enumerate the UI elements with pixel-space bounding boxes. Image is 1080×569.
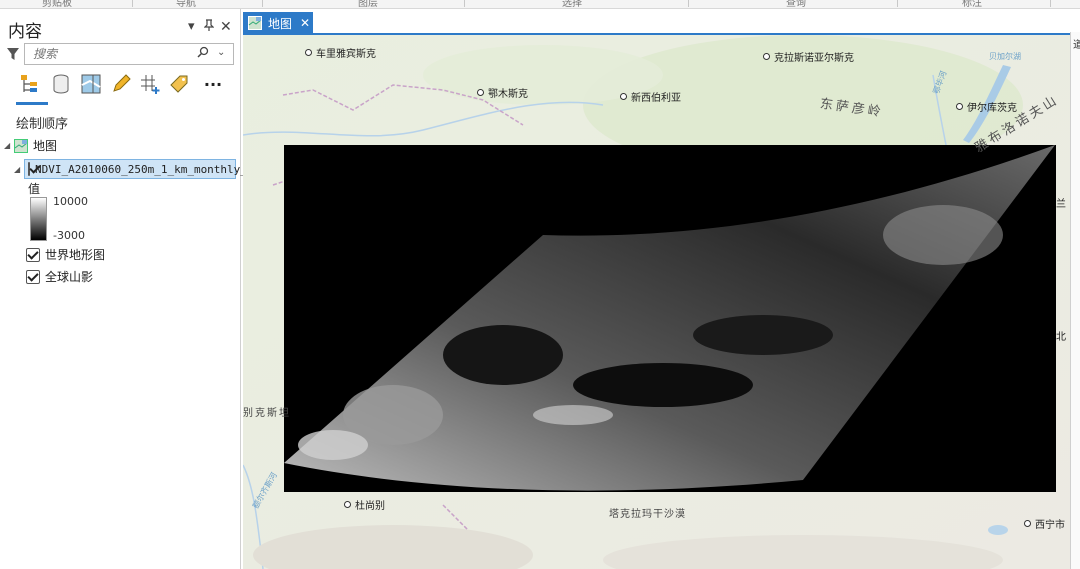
map-node-label: 地图 [33, 139, 58, 153]
city-marker-icon [477, 89, 484, 96]
legend-high-value: 10000 [53, 195, 88, 208]
ribbon-separator [464, 0, 465, 7]
color-ramp-swatch [30, 197, 47, 241]
contents-toolbar: ··· [14, 71, 234, 111]
layer-row-ndvi-selected[interactable]: NDVI_A2010060_250m_1_km_monthly_… [24, 159, 254, 179]
ribbon-group-labeling[interactable]: 标注 [962, 0, 982, 9]
layer-name-hillshade: 全球山影 [45, 270, 94, 284]
ribbon-group-layer[interactable]: 图层 [358, 0, 378, 9]
basemap-canvas [243, 35, 1070, 569]
region-label: 塔克拉玛干沙漠 [609, 509, 686, 520]
list-by-data-source-icon[interactable] [48, 71, 74, 97]
city-marker-icon [763, 53, 770, 60]
close-tab-icon[interactable]: ✕ [300, 16, 310, 30]
layer-visibility-checkbox[interactable] [28, 162, 30, 176]
contents-pane: 内容 ▾ ✕ ⌄ [0, 9, 254, 569]
search-input[interactable] [31, 45, 185, 63]
city-marker-icon [344, 501, 351, 508]
ribbon-separator [132, 0, 133, 7]
pin-icon[interactable] [203, 19, 215, 35]
map-view[interactable]: 车里雅宾斯克 克拉斯诺亚尔斯克 鄂木斯克 新西伯利亚 伊尔库茨克 杜尚别 西宁市… [243, 35, 1070, 569]
legend-title: 值 [28, 182, 41, 196]
search-box: ⌄ [24, 43, 234, 65]
search-icon[interactable] [197, 46, 209, 58]
ribbon-separator [1050, 0, 1051, 7]
city-marker-icon [1024, 520, 1031, 527]
collapse-arrow-icon[interactable]: ◢ [14, 165, 24, 174]
layer-row-topo[interactable]: 世界地形图 [26, 246, 105, 263]
ribbon-group-clipboard[interactable]: 剪贴板 [42, 0, 72, 9]
ribbon-separator [262, 0, 263, 7]
edge-label: 北 [1056, 332, 1066, 343]
city-marker-icon [620, 93, 627, 100]
layer-name-ndvi: NDVI_A2010060_250m_1_km_monthly_… [35, 162, 254, 176]
ribbon-strip: 剪贴板 导航 图层 选择 查询 标注 [0, 0, 1080, 9]
city-label: 杜尚别 [344, 497, 385, 512]
tab-map[interactable]: 地图 ✕ [243, 12, 313, 34]
ribbon-group-navigate[interactable]: 导航 [176, 0, 196, 9]
lake-label: 贝加尔湖 [989, 52, 1021, 61]
city-marker-icon [305, 49, 312, 56]
city-label: 鄂木斯克 [477, 85, 528, 100]
search-options-chevron-icon[interactable]: ⌄ [217, 47, 225, 58]
layer-row-hillshade[interactable]: 全球山影 [26, 268, 93, 285]
region-label: 别克斯坦 [243, 408, 291, 419]
city-label: 新西伯利亚 [620, 89, 681, 104]
more-options-icon[interactable]: ··· [200, 71, 226, 97]
legend-low-value: -3000 [53, 229, 85, 242]
city-marker-icon [956, 103, 963, 110]
collapse-arrow-icon[interactable]: ◢ [4, 141, 14, 150]
list-by-snapping-icon[interactable] [137, 71, 163, 97]
list-by-drawing-order-icon[interactable] [16, 71, 48, 105]
city-label: 西宁市 [1024, 516, 1065, 531]
filter-icon[interactable] [6, 47, 20, 61]
right-side-panel[interactable]: 道 [1070, 32, 1080, 569]
close-pane-icon[interactable]: ✕ [220, 19, 232, 35]
list-by-selection-icon[interactable] [78, 71, 104, 97]
ribbon-separator [688, 0, 689, 7]
city-label: 车里雅宾斯克 [305, 45, 376, 60]
tab-map-label: 地图 [268, 16, 293, 31]
drawing-order-label: 绘制顺序 [16, 117, 69, 132]
map-tree-node[interactable]: ◢ 地图 [4, 137, 57, 154]
map-icon [248, 16, 262, 30]
list-by-labeling-icon[interactable] [166, 71, 192, 97]
layer-visibility-checkbox[interactable] [26, 247, 40, 262]
pane-options-chevron-icon[interactable]: ▾ [188, 19, 195, 34]
layer-row-ndvi[interactable]: ◢ NDVI_A2010060_250m_1_km_monthly_… [14, 159, 254, 179]
ribbon-group-inquiry[interactable]: 查询 [786, 0, 806, 9]
ribbon-group-selection[interactable]: 选择 [562, 0, 582, 9]
city-label: 伊尔库茨克 [956, 99, 1017, 114]
right-panel-tab[interactable]: 道 [1073, 36, 1080, 51]
ribbon-separator [897, 0, 898, 7]
edge-label: 兰 [1056, 199, 1066, 210]
layer-name-topo: 世界地形图 [45, 248, 106, 262]
map-icon [14, 138, 28, 153]
pane-title: 内容 [8, 22, 42, 42]
list-by-editing-icon[interactable] [108, 71, 134, 97]
layer-visibility-checkbox[interactable] [26, 269, 40, 284]
city-label: 克拉斯诺亚尔斯克 [763, 49, 854, 64]
